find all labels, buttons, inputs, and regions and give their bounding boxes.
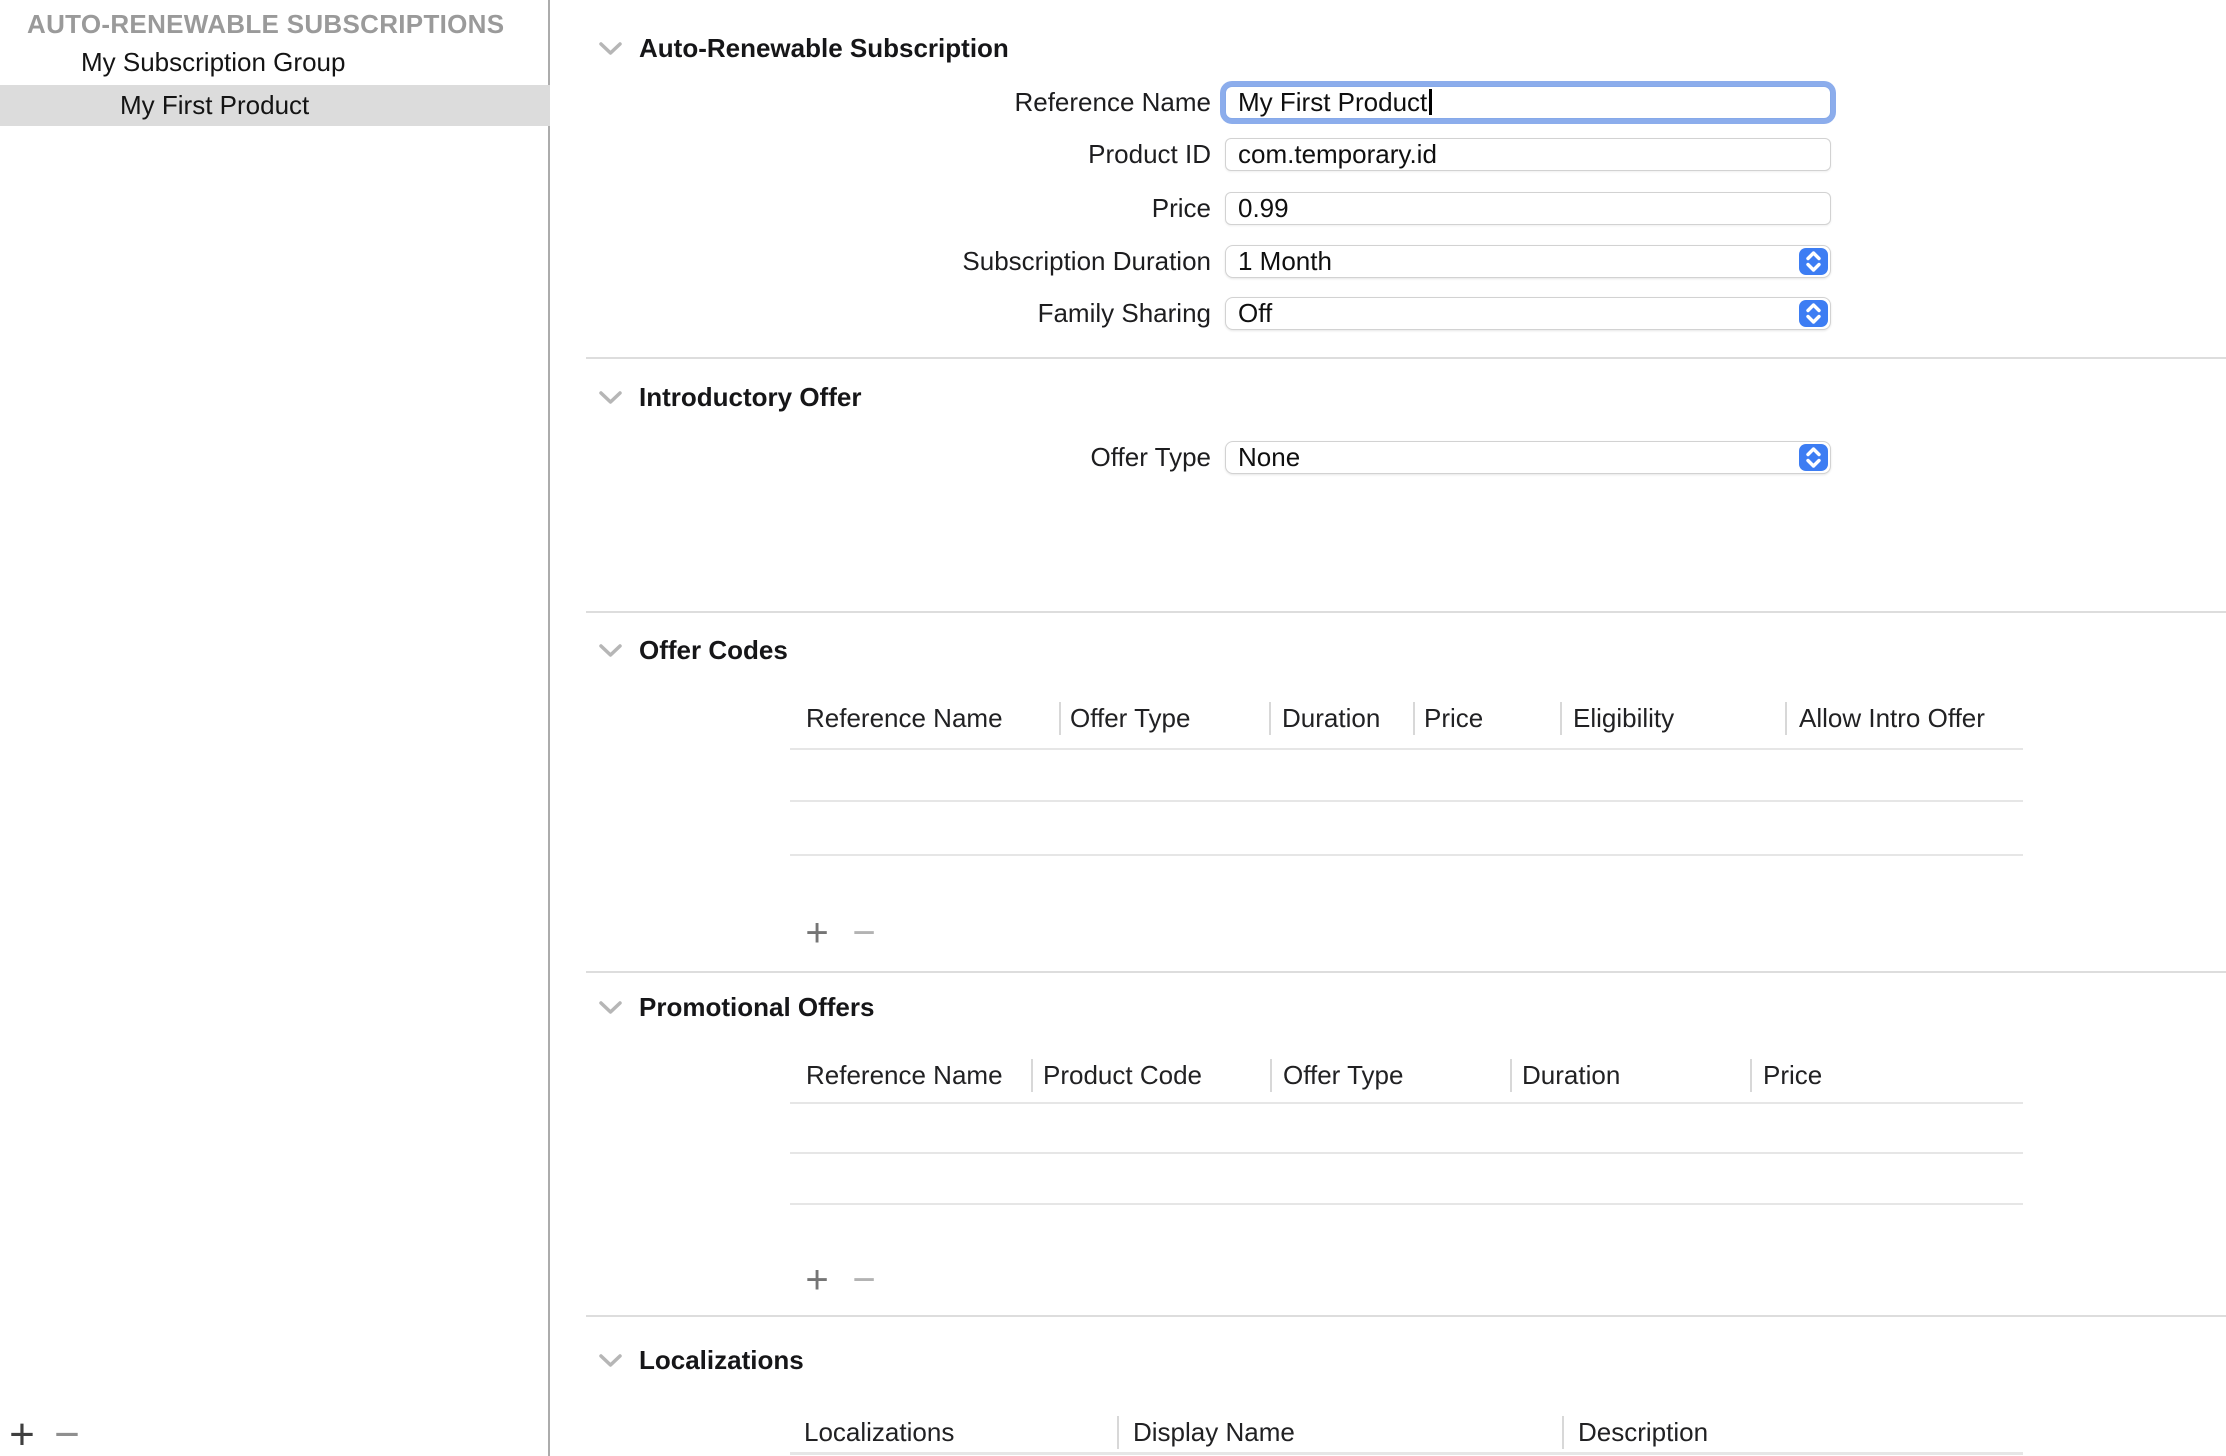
column-header: Offer Type (1283, 1059, 1403, 1092)
column-separator (1117, 1416, 1119, 1449)
column-header: Product Code (1043, 1059, 1202, 1092)
sidebar-item-first-product[interactable]: My First Product (120, 87, 309, 123)
table-row-line (790, 800, 2023, 802)
section-promotional-offers: Promotional Offers (598, 991, 874, 1023)
column-separator (1270, 1059, 1272, 1092)
subscription-duration-value: 1 Month (1238, 246, 1332, 276)
column-header: Offer Type (1070, 702, 1190, 735)
storekit-configuration-window: AUTO-RENEWABLE SUBSCRIPTIONS My Subscrip… (0, 0, 2226, 1456)
price-label: Price (660, 192, 1211, 225)
column-separator (1562, 1416, 1564, 1449)
table-header-line (790, 748, 2023, 750)
column-header: Localizations (804, 1416, 954, 1449)
section-title: Localizations (639, 1345, 804, 1376)
section-title: Introductory Offer (639, 382, 861, 413)
offer-codes-add-button[interactable]: + (797, 913, 837, 953)
disclosure-chevron-icon[interactable] (598, 390, 623, 405)
offer-type-label: Offer Type (660, 441, 1211, 474)
table-header-line (790, 1452, 2023, 1455)
table-header-line (790, 1102, 2023, 1104)
sidebar-group-header: AUTO-RENEWABLE SUBSCRIPTIONS (27, 8, 504, 40)
column-separator (1750, 1059, 1752, 1092)
section-localizations: Localizations (598, 1344, 804, 1376)
section-divider (586, 1315, 2226, 1317)
sidebar: AUTO-RENEWABLE SUBSCRIPTIONS My Subscrip… (0, 0, 550, 1456)
product-id-label: Product ID (660, 138, 1211, 171)
column-separator (1510, 1059, 1512, 1092)
section-title: Offer Codes (639, 635, 788, 666)
column-header: Duration (1522, 1059, 1620, 1092)
column-header: Duration (1282, 702, 1380, 735)
reference-name-label: Reference Name (660, 86, 1211, 119)
disclosure-chevron-icon[interactable] (598, 41, 623, 56)
section-offer-codes: Offer Codes (598, 634, 788, 666)
section-divider (586, 611, 2226, 613)
column-header: Reference Name (806, 1059, 1003, 1092)
subscription-duration-select[interactable]: 1 Month (1225, 245, 1831, 278)
sidebar-item-selected-background[interactable]: My First Product (0, 85, 550, 126)
stepper-icon[interactable] (1799, 248, 1828, 275)
column-separator (1031, 1059, 1033, 1092)
column-header: Display Name (1133, 1416, 1295, 1449)
offer-type-value: None (1238, 442, 1300, 472)
offer-codes-remove-button[interactable]: − (844, 913, 884, 953)
section-auto-renewable-subscription: Auto-Renewable Subscription (598, 32, 1009, 64)
section-divider (586, 971, 2226, 973)
column-separator (1059, 702, 1061, 735)
column-separator (1269, 702, 1271, 735)
column-header: Allow Intro Offer (1799, 702, 1985, 735)
section-introductory-offer: Introductory Offer (598, 381, 861, 413)
disclosure-chevron-icon[interactable] (598, 1353, 623, 1368)
price-value: 0.99 (1238, 193, 1289, 223)
column-header: Description (1578, 1416, 1708, 1449)
column-header: Reference Name (806, 702, 1003, 735)
column-separator (1413, 702, 1415, 735)
section-title: Promotional Offers (639, 992, 874, 1023)
reference-name-value: My First Product (1238, 87, 1427, 117)
offer-type-select[interactable]: None (1225, 441, 1831, 474)
family-sharing-select[interactable]: Off (1225, 297, 1831, 330)
column-separator (1785, 702, 1787, 735)
column-separator (1560, 702, 1562, 735)
sidebar-remove-button[interactable]: − (47, 1413, 87, 1456)
text-cursor (1429, 89, 1432, 115)
product-id-value: com.temporary.id (1238, 139, 1437, 169)
column-header: Price (1424, 702, 1483, 735)
table-row-line (790, 1203, 2023, 1205)
sidebar-item-subscription-group[interactable]: My Subscription Group (81, 44, 345, 80)
disclosure-chevron-icon[interactable] (598, 1000, 623, 1015)
price-field[interactable]: 0.99 (1225, 192, 1831, 225)
stepper-icon[interactable] (1799, 444, 1828, 471)
subscription-duration-label: Subscription Duration (660, 245, 1211, 278)
promotional-offers-remove-button[interactable]: − (844, 1260, 884, 1300)
product-id-field[interactable]: com.temporary.id (1225, 138, 1831, 171)
section-title: Auto-Renewable Subscription (639, 33, 1009, 64)
column-header: Eligibility (1573, 702, 1674, 735)
section-divider (586, 357, 2226, 359)
stepper-icon[interactable] (1799, 300, 1828, 327)
sidebar-add-button[interactable]: + (2, 1413, 42, 1456)
column-header: Price (1763, 1059, 1822, 1092)
table-row-line (790, 1152, 2023, 1154)
promotional-offers-add-button[interactable]: + (797, 1260, 837, 1300)
disclosure-chevron-icon[interactable] (598, 643, 623, 658)
table-row-line (790, 854, 2023, 856)
reference-name-field[interactable]: My First Product (1225, 86, 1831, 119)
family-sharing-value: Off (1238, 298, 1272, 328)
family-sharing-label: Family Sharing (660, 297, 1211, 330)
